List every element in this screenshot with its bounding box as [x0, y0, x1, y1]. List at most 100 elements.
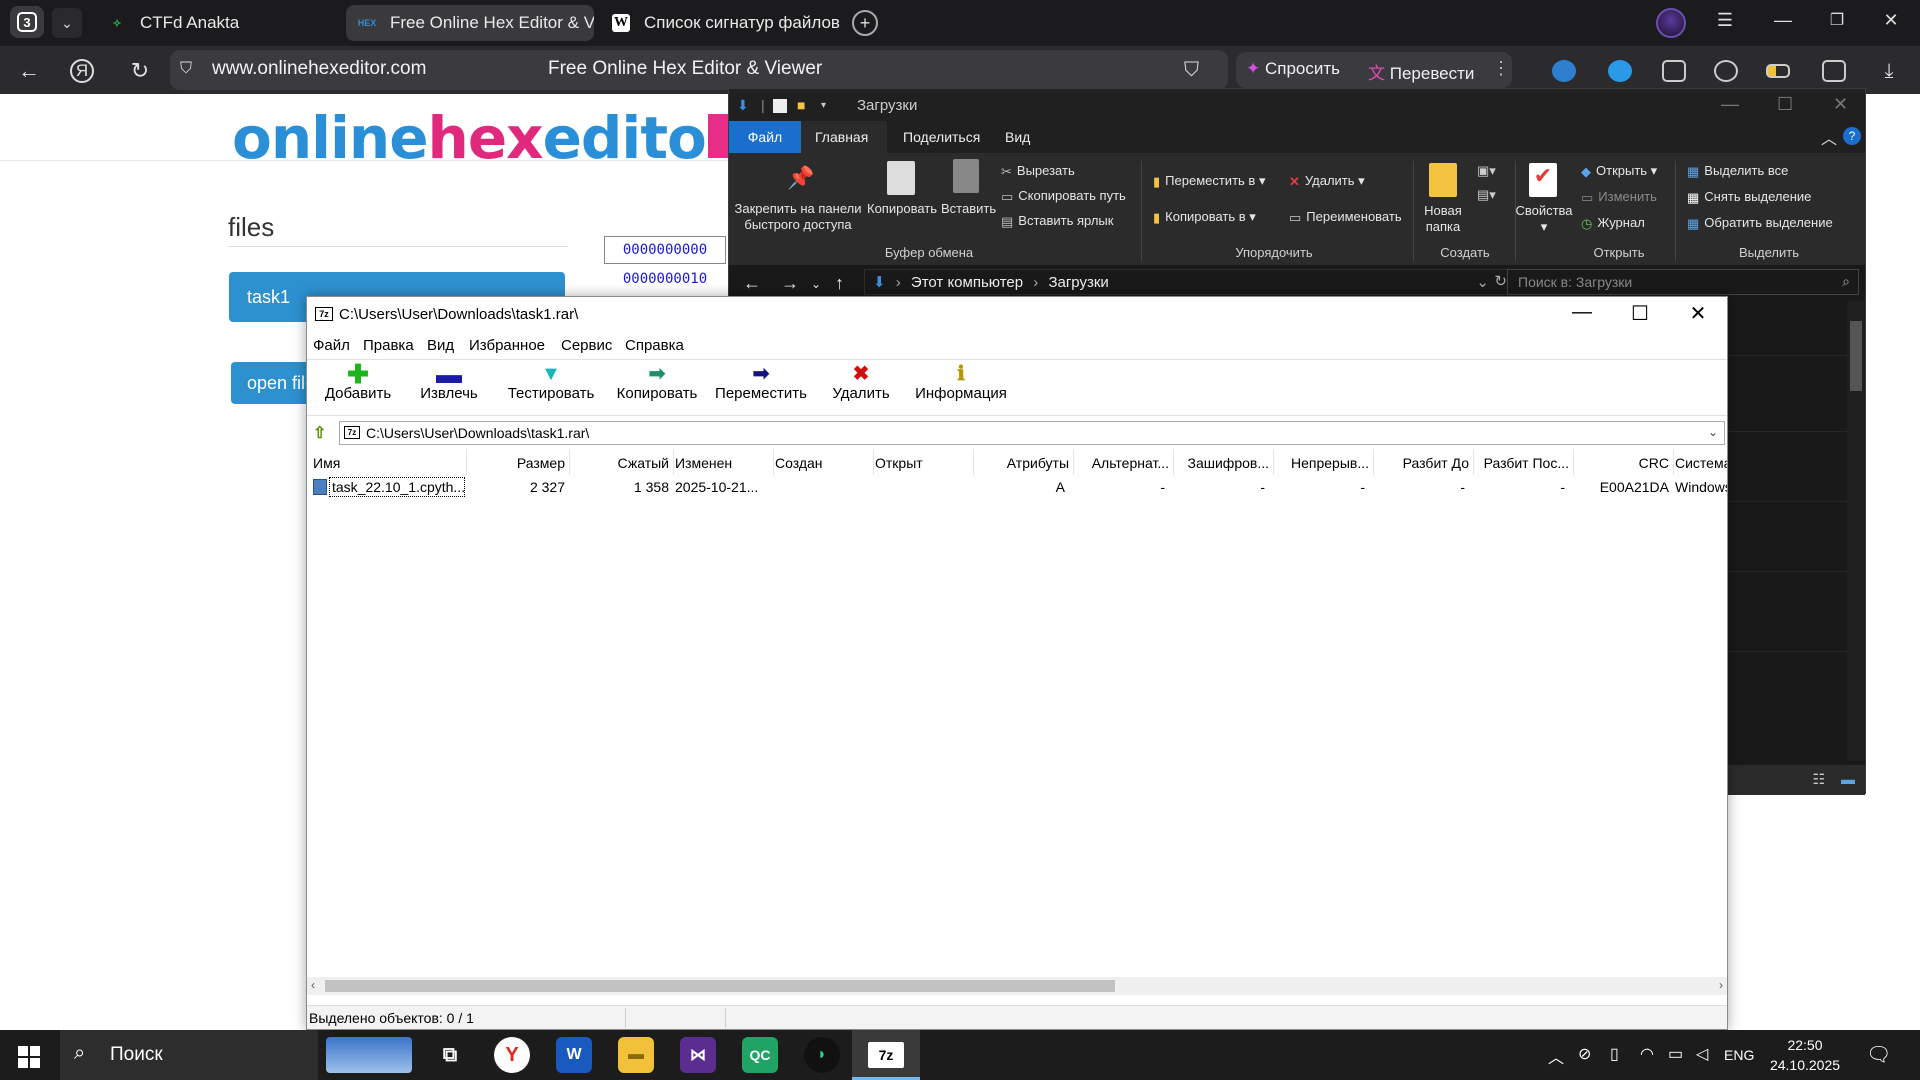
paste-button[interactable]: Вставить [941, 201, 996, 217]
column-header-solid[interactable]: Непрерыв... [1273, 455, 1369, 471]
new-folder-button[interactable]: Новая папка [1417, 203, 1469, 235]
sidebar-panel-icon[interactable] [1822, 60, 1846, 82]
windows-start-icon[interactable] [18, 1046, 40, 1068]
copy-to-button[interactable]: ▮ Копировать в ▾ [1153, 209, 1256, 226]
media-play-icon[interactable] [1714, 60, 1738, 82]
column-header-modified[interactable]: Изменен [675, 455, 771, 471]
column-header-size[interactable]: Размер [467, 455, 565, 471]
breadcrumb-downloads[interactable]: Загрузки [1048, 274, 1108, 291]
back-icon[interactable]: ← [743, 273, 761, 294]
menu-view[interactable]: Вид [427, 337, 454, 354]
easy-access-icon[interactable]: ▤▾ [1477, 187, 1496, 203]
url-text[interactable]: www.onlinehexeditor.com [212, 58, 426, 80]
help-icon[interactable]: ? [1843, 127, 1861, 145]
pycharm-icon[interactable]: ◗ [804, 1037, 840, 1073]
move-button[interactable]: ➡ Переместить [711, 363, 811, 402]
show-hidden-icons-icon[interactable]: ︿ [1548, 1044, 1564, 1068]
path-dropdown-icon[interactable]: ⌄ [1708, 425, 1718, 439]
large-icons-view-icon[interactable]: ▬ [1841, 771, 1855, 787]
minimize-icon[interactable]: — [1559, 301, 1605, 324]
wifi-icon[interactable]: ◠ [1640, 1044, 1654, 1064]
tab-file[interactable]: Файл [729, 121, 801, 153]
copy-path-button[interactable]: ▭ Скопировать путь [1001, 188, 1126, 205]
tab-ctfd[interactable]: ✧ CTFd Anakta [96, 5, 338, 41]
clock[interactable]: 22:50 24.10.2025 [1760, 1035, 1850, 1075]
column-header-crc[interactable]: CRC [1573, 455, 1669, 471]
battery-saver-icon[interactable] [1766, 64, 1790, 78]
column-header-accessed[interactable]: Открыт [875, 455, 971, 471]
close-icon[interactable]: ✕ [1675, 301, 1721, 326]
close-icon[interactable]: ✕ [1833, 94, 1848, 115]
forward-icon[interactable]: → [781, 273, 799, 294]
column-header-split-before[interactable]: Разбит До [1373, 455, 1469, 471]
rename-button[interactable]: ▭ Переименовать [1289, 209, 1402, 226]
menu-edit[interactable]: Правка [363, 337, 414, 354]
hex-offset-cell[interactable]: 0000000000 [604, 236, 726, 264]
qc-icon[interactable]: QC [742, 1037, 778, 1073]
volume-icon[interactable]: ◁ [1696, 1044, 1708, 1064]
close-window-icon[interactable]: ✕ [1876, 10, 1906, 31]
maximize-icon[interactable]: ☐ [1777, 94, 1793, 115]
file-explorer-icon[interactable]: ▬ [618, 1037, 654, 1073]
profile-avatar[interactable] [1656, 8, 1686, 38]
column-header-packed[interactable]: Сжатый [569, 455, 669, 471]
select-none-button[interactable]: ▦ Снять выделение [1687, 189, 1811, 206]
properties-quick-icon[interactable] [773, 99, 787, 113]
extension-vpn-icon[interactable] [1552, 60, 1576, 82]
copy-button[interactable]: ➡ Копировать [611, 363, 703, 402]
tab-view[interactable]: Вид [991, 121, 1044, 153]
history-button[interactable]: ◷ Журнал [1581, 215, 1645, 232]
refresh-icon[interactable]: ↻ [1494, 272, 1507, 290]
folder-quick-icon[interactable]: ■ [797, 97, 805, 113]
network-off-icon[interactable]: ⊘ [1578, 1044, 1591, 1064]
new-item-icon[interactable]: ▣▾ [1477, 163, 1496, 179]
extension-mask-icon[interactable] [1608, 60, 1632, 82]
scroll-right-icon[interactable]: › [1719, 978, 1723, 992]
tab-hex-editor[interactable]: HEX Free Online Hex Editor & Viewer ✕ [346, 5, 594, 41]
delete-button[interactable]: ✕ Удалить ▾ [1289, 173, 1365, 190]
edit-button[interactable]: ▭ Изменить [1581, 189, 1657, 206]
column-header-encrypted[interactable]: Зашифров... [1173, 455, 1270, 471]
visual-studio-icon[interactable]: ⋈ [680, 1037, 716, 1073]
pin-button[interactable]: Закрепить на панели быстрого доступа [733, 201, 863, 233]
7zip-icon[interactable]: 7z [868, 1042, 904, 1068]
hex-offset-cell[interactable]: 0000000010 [604, 268, 726, 290]
word-icon[interactable]: W [556, 1037, 592, 1073]
folder-up-icon[interactable]: ⇧ [313, 423, 326, 443]
lock-icon[interactable]: ⛉ [180, 60, 200, 80]
collapse-ribbon-icon[interactable]: ︿ [1821, 125, 1837, 149]
restore-icon[interactable]: ❐ [1822, 10, 1852, 30]
copy-button[interactable]: Копировать [865, 201, 939, 217]
translate-button[interactable]: 文 Перевести [1368, 59, 1474, 84]
device-icon[interactable]: ▯ [1610, 1044, 1619, 1064]
battery-icon[interactable]: ▭ [1668, 1044, 1683, 1064]
paste-shortcut-button[interactable]: ▤ Вставить ярлык [1001, 213, 1113, 230]
download-icon[interactable]: ⤓ [1874, 56, 1904, 86]
explorer-search-field[interactable]: Поиск в: Загрузки ⌕ [1507, 269, 1859, 295]
tab-counter-button[interactable]: 3 [10, 6, 44, 38]
tab-home[interactable]: Главная [801, 121, 887, 153]
site-logo[interactable]: onlinehexeditor [232, 104, 734, 172]
cell-name[interactable]: task_22.10_1.cpyth... [329, 477, 465, 497]
explorer-path-field[interactable]: ⬇ › Этот компьютер › Загрузки ⌄ ↻ [864, 269, 1514, 295]
search-highlight-image[interactable] [326, 1037, 412, 1073]
task-view-icon[interactable]: ⧉ [432, 1037, 468, 1073]
new-tab-button[interactable]: + [852, 10, 878, 36]
menu-help[interactable]: Справка [625, 337, 684, 354]
menu-favorites[interactable]: Избранное [469, 337, 545, 354]
menu-file[interactable]: Файл [313, 337, 350, 354]
tab-signatures[interactable]: W Список сигнатур файлов [600, 5, 844, 41]
invert-selection-button[interactable]: ▦ Обратить выделение [1687, 215, 1833, 232]
column-header-split-after[interactable]: Разбит Пос... [1473, 455, 1569, 471]
properties-button[interactable]: Свойства ▾ [1515, 203, 1573, 235]
notifications-icon[interactable]: 🗨 [1866, 1042, 1891, 1067]
scroll-left-icon[interactable]: ‹ [311, 978, 315, 992]
select-all-button[interactable]: ▦ Выделить все [1687, 163, 1788, 180]
extensions-icon[interactable] [1662, 60, 1686, 82]
language-indicator[interactable]: ENG [1724, 1047, 1754, 1063]
column-header-host-os[interactable]: Система [1675, 455, 1727, 471]
back-icon[interactable]: ← [14, 56, 44, 86]
column-header-alternate[interactable]: Альтернат... [1073, 455, 1169, 471]
extract-button[interactable]: ▬ Извлечь [411, 361, 487, 402]
cut-button[interactable]: ✂ Вырезать [1001, 163, 1075, 180]
